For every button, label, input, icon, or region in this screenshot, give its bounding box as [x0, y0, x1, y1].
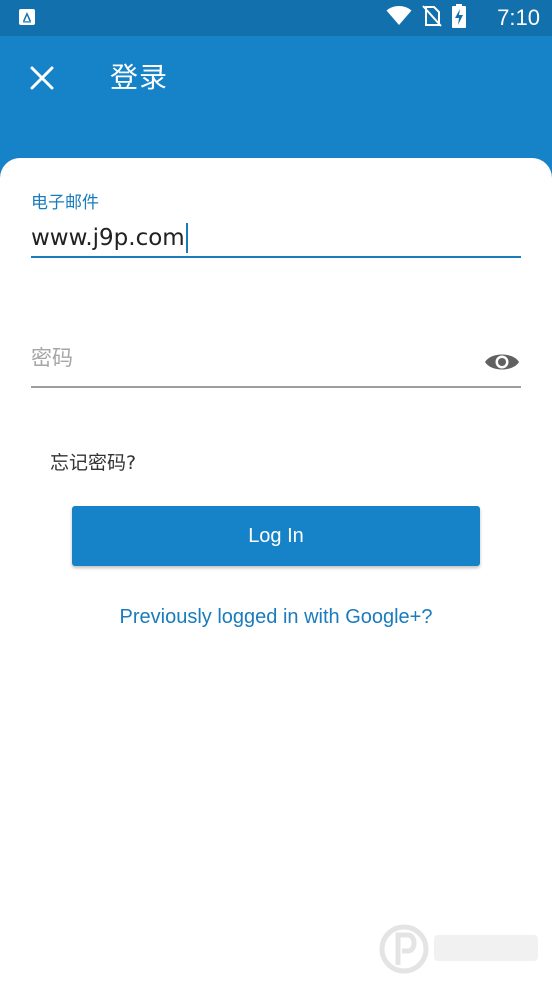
text-cursor — [185, 223, 188, 253]
close-icon — [30, 66, 54, 90]
email-field[interactable]: www.j9p.com — [31, 220, 521, 258]
close-button[interactable] — [22, 58, 62, 98]
toggle-password-visibility-button[interactable] — [483, 346, 521, 378]
status-bar: 7:10 — [0, 0, 552, 36]
wifi-icon — [386, 6, 412, 30]
battery-charging-icon — [452, 4, 466, 32]
login-button[interactable]: Log In — [72, 506, 480, 566]
password-placeholder: 密码 — [31, 346, 73, 370]
email-value: www.j9p.com — [31, 225, 185, 251]
forgot-password-link[interactable]: 忘记密码? — [50, 448, 136, 475]
watermark-logo — [376, 921, 546, 977]
page-title: 登录 — [110, 61, 169, 94]
no-sim-icon — [422, 5, 442, 31]
status-time: 7:10 — [497, 5, 540, 30]
status-icons — [386, 4, 466, 32]
google-login-link[interactable]: Previously logged in with Google+? — [0, 606, 552, 629]
email-label: 电子邮件 — [31, 193, 99, 213]
app-notification-icon — [19, 9, 35, 25]
app-bar: 登录 — [0, 36, 552, 126]
login-screen: 7:10 登录 电子邮件 www.j9p.com 密码 忘记密码? Log In… — [0, 0, 552, 981]
password-field[interactable]: 密码 — [31, 338, 521, 388]
login-form-card: 电子邮件 www.j9p.com 密码 忘记密码? Log In Previou… — [0, 158, 552, 981]
eye-icon — [485, 354, 519, 370]
